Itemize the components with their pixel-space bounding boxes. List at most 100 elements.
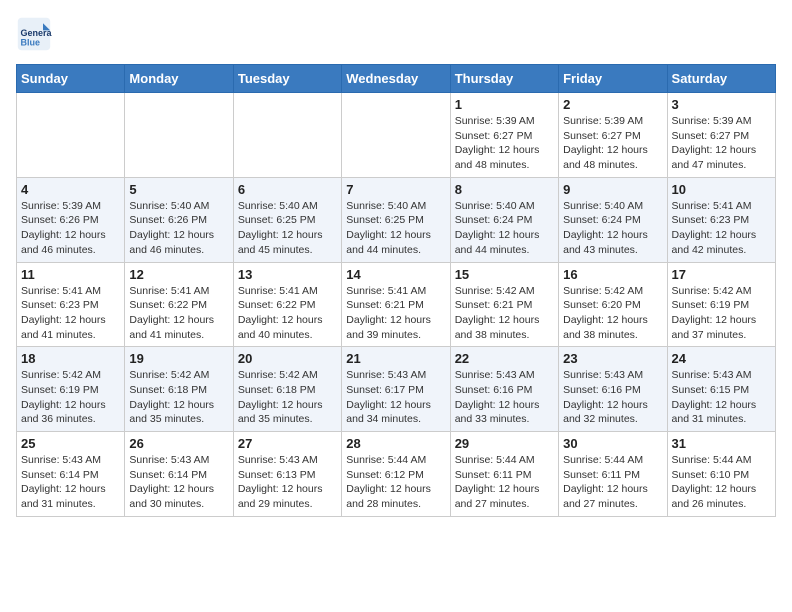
calendar-day-cell: 24Sunrise: 5:43 AM Sunset: 6:15 PM Dayli… [667,347,775,432]
day-number: 30 [563,436,662,451]
day-info: Sunrise: 5:41 AM Sunset: 6:22 PM Dayligh… [129,284,228,343]
day-info: Sunrise: 5:42 AM Sunset: 6:18 PM Dayligh… [238,368,337,427]
day-info: Sunrise: 5:43 AM Sunset: 6:13 PM Dayligh… [238,453,337,512]
day-number: 29 [455,436,554,451]
day-info: Sunrise: 5:43 AM Sunset: 6:14 PM Dayligh… [21,453,120,512]
day-info: Sunrise: 5:40 AM Sunset: 6:24 PM Dayligh… [563,199,662,258]
calendar-week-row: 25Sunrise: 5:43 AM Sunset: 6:14 PM Dayli… [17,432,776,517]
calendar-day-cell: 8 Sunrise: 5:40 AM Sunset: 6:24 PM Daylig… [450,177,558,262]
calendar-day-cell [342,93,450,178]
day-info: Sunrise: 5:39 AM Sunset: 6:27 PM Dayligh… [672,114,771,173]
calendar-day-cell: 2Sunrise: 5:39 AM Sunset: 6:27 PM Daylig… [559,93,667,178]
day-number: 6 [238,182,337,197]
calendar-day-cell: 12 Sunrise: 5:41 AM Sunset: 6:22 PM Dayli… [125,262,233,347]
calendar-day-cell: 3 Sunrise: 5:39 AM Sunset: 6:27 PM Daylig… [667,93,775,178]
day-number: 2 [563,97,662,112]
header: General Blue [16,16,776,52]
day-info: Sunrise: 5:42 AM Sunset: 6:20 PM Dayligh… [563,284,662,343]
calendar-day-cell: 27 Sunrise: 5:43 AM Sunset: 6:13 PM Dayli… [233,432,341,517]
calendar-day-cell [233,93,341,178]
calendar-week-row: 18 Sunrise: 5:42 AM Sunset: 6:19 PM Dayli… [17,347,776,432]
day-info: Sunrise: 5:41 AM Sunset: 6:22 PM Dayligh… [238,284,337,343]
day-info: Sunrise: 5:44 AM Sunset: 6:12 PM Dayligh… [346,453,445,512]
day-number: 10 [672,182,771,197]
day-number: 12 [129,267,228,282]
day-info: Sunrise: 5:40 AM Sunset: 6:25 PM Dayligh… [238,199,337,258]
day-info: Sunrise: 5:42 AM Sunset: 6:18 PM Dayligh… [129,368,228,427]
day-number: 13 [238,267,337,282]
day-number: 7 [346,182,445,197]
day-info: Sunrise: 5:40 AM Sunset: 6:26 PM Dayligh… [129,199,228,258]
calendar-day-cell: 1 Sunrise: 5:39 AM Sunset: 6:27 PM Daylig… [450,93,558,178]
day-info: Sunrise: 5:40 AM Sunset: 6:25 PM Dayligh… [346,199,445,258]
weekday-header-cell: Thursday [450,65,558,93]
calendar-week-row: 11 Sunrise: 5:41 AM Sunset: 6:23 PM Dayli… [17,262,776,347]
calendar-day-cell: 29 Sunrise: 5:44 AM Sunset: 6:11 PM Dayli… [450,432,558,517]
logo-icon: General Blue [16,16,52,52]
day-info: Sunrise: 5:42 AM Sunset: 6:19 PM Dayligh… [21,368,120,427]
day-number: 28 [346,436,445,451]
calendar-day-cell: 17 Sunrise: 5:42 AM Sunset: 6:19 PM Dayli… [667,262,775,347]
day-number: 4 [21,182,120,197]
day-number: 23 [563,351,662,366]
day-number: 27 [238,436,337,451]
day-number: 3 [672,97,771,112]
day-number: 1 [455,97,554,112]
day-info: Sunrise: 5:39 AM Sunset: 6:26 PM Dayligh… [21,199,120,258]
weekday-header-cell: Tuesday [233,65,341,93]
calendar-day-cell: 26 Sunrise: 5:43 AM Sunset: 6:14 PM Dayli… [125,432,233,517]
calendar-day-cell: 9 Sunrise: 5:40 AM Sunset: 6:24 PM Daylig… [559,177,667,262]
day-info: Sunrise: 5:44 AM Sunset: 6:11 PM Dayligh… [455,453,554,512]
day-info: Sunrise: 5:42 AM Sunset: 6:19 PM Dayligh… [672,284,771,343]
weekday-header-cell: Saturday [667,65,775,93]
day-number: 5 [129,182,228,197]
day-number: 17 [672,267,771,282]
day-info: Sunrise: 5:43 AM Sunset: 6:16 PM Dayligh… [563,368,662,427]
day-info: Sunrise: 5:43 AM Sunset: 6:14 PM Dayligh… [129,453,228,512]
day-info: Sunrise: 5:43 AM Sunset: 6:17 PM Dayligh… [346,368,445,427]
calendar-day-cell: 18 Sunrise: 5:42 AM Sunset: 6:19 PM Dayli… [17,347,125,432]
day-info: Sunrise: 5:41 AM Sunset: 6:23 PM Dayligh… [21,284,120,343]
weekday-header-cell: Sunday [17,65,125,93]
day-info: Sunrise: 5:39 AM Sunset: 6:27 PM Dayligh… [455,114,554,173]
day-number: 9 [563,182,662,197]
day-info: Sunrise: 5:40 AM Sunset: 6:24 PM Dayligh… [455,199,554,258]
day-info: Sunrise: 5:44 AM Sunset: 6:11 PM Dayligh… [563,453,662,512]
calendar-day-cell: 31 Sunrise: 5:44 AM Sunset: 6:10 PM Dayli… [667,432,775,517]
calendar-day-cell: 23 Sunrise: 5:43 AM Sunset: 6:16 PM Dayli… [559,347,667,432]
calendar-day-cell: 16 Sunrise: 5:42 AM Sunset: 6:20 PM Dayli… [559,262,667,347]
weekday-header-cell: Monday [125,65,233,93]
day-number: 16 [563,267,662,282]
day-info: Sunrise: 5:44 AM Sunset: 6:10 PM Dayligh… [672,453,771,512]
weekday-header-cell: Friday [559,65,667,93]
calendar-day-cell: 21 Sunrise: 5:43 AM Sunset: 6:17 PM Dayli… [342,347,450,432]
day-info: Sunrise: 5:42 AM Sunset: 6:21 PM Dayligh… [455,284,554,343]
calendar: SundayMondayTuesdayWednesdayThursdayFrid… [16,64,776,517]
day-info: Sunrise: 5:43 AM Sunset: 6:16 PM Dayligh… [455,368,554,427]
day-info: Sunrise: 5:41 AM Sunset: 6:21 PM Dayligh… [346,284,445,343]
calendar-day-cell: 6 Sunrise: 5:40 AM Sunset: 6:25 PM Daylig… [233,177,341,262]
svg-text:Blue: Blue [21,38,41,48]
day-number: 31 [672,436,771,451]
weekday-header-row: SundayMondayTuesdayWednesdayThursdayFrid… [17,65,776,93]
calendar-day-cell: 22 Sunrise: 5:43 AM Sunset: 6:16 PM Dayli… [450,347,558,432]
calendar-day-cell: 25Sunrise: 5:43 AM Sunset: 6:14 PM Dayli… [17,432,125,517]
logo: General Blue [16,16,58,52]
day-number: 19 [129,351,228,366]
day-info: Sunrise: 5:41 AM Sunset: 6:23 PM Dayligh… [672,199,771,258]
calendar-day-cell: 11 Sunrise: 5:41 AM Sunset: 6:23 PM Dayli… [17,262,125,347]
day-number: 8 [455,182,554,197]
calendar-day-cell: 15Sunrise: 5:42 AM Sunset: 6:21 PM Dayli… [450,262,558,347]
day-number: 11 [21,267,120,282]
day-number: 18 [21,351,120,366]
calendar-day-cell [125,93,233,178]
calendar-day-cell: 4 Sunrise: 5:39 AM Sunset: 6:26 PM Daylig… [17,177,125,262]
day-number: 14 [346,267,445,282]
day-number: 20 [238,351,337,366]
calendar-day-cell: 20 Sunrise: 5:42 AM Sunset: 6:18 PM Dayli… [233,347,341,432]
day-number: 22 [455,351,554,366]
day-number: 21 [346,351,445,366]
weekday-header-cell: Wednesday [342,65,450,93]
calendar-day-cell: 14 Sunrise: 5:41 AM Sunset: 6:21 PM Dayli… [342,262,450,347]
day-number: 26 [129,436,228,451]
